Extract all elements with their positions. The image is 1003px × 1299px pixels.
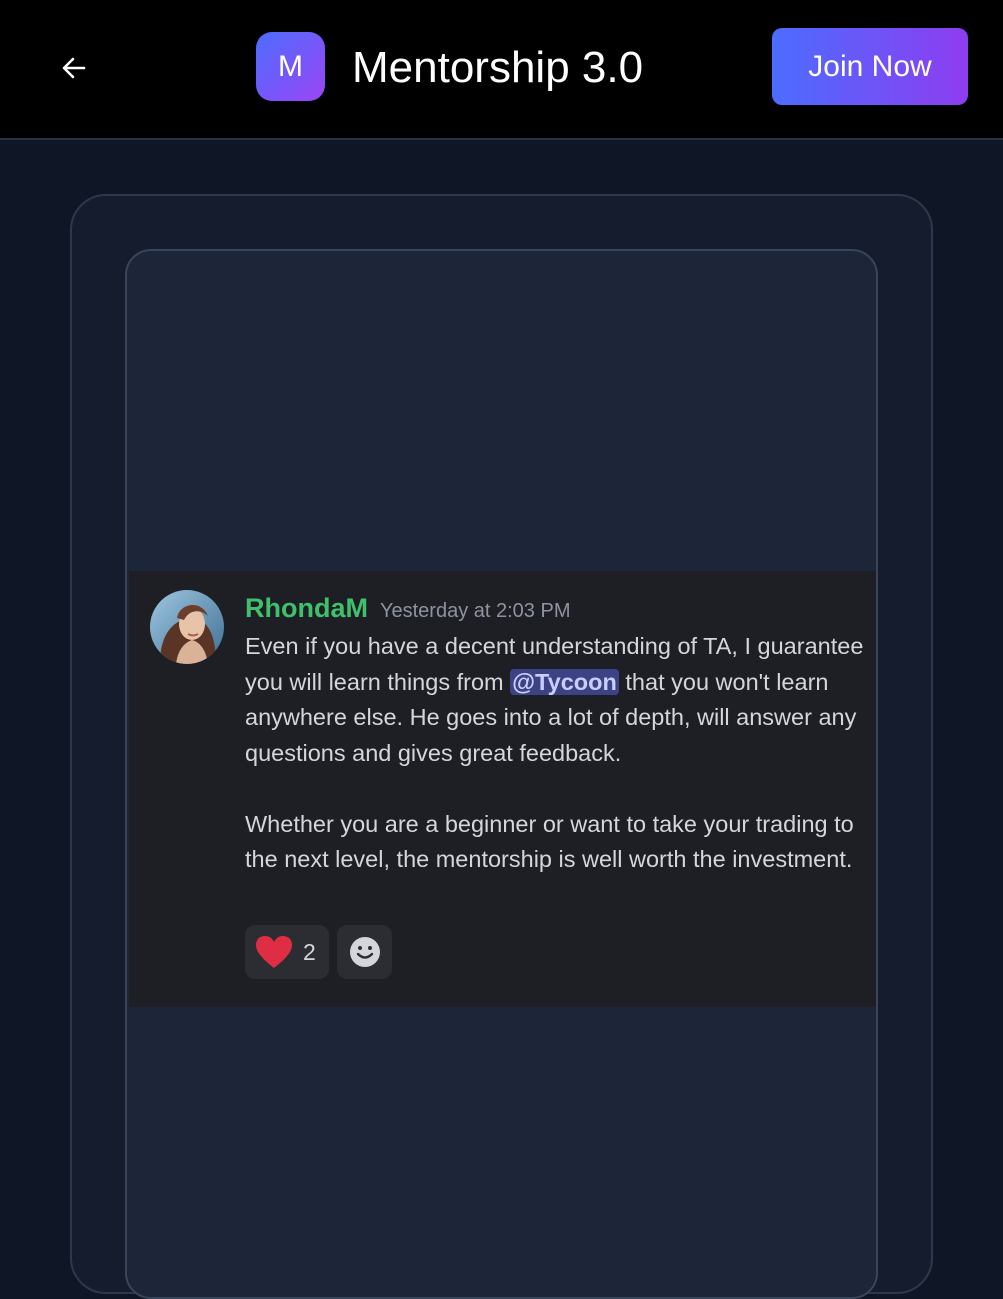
- page-title: Mentorship 3.0: [352, 43, 644, 92]
- add-reaction-button[interactable]: [337, 925, 392, 979]
- username[interactable]: RhondaM: [245, 593, 368, 623]
- user-avatar-image: [150, 590, 224, 664]
- message-header: RhondaM Yesterday at 2:03 PM: [245, 593, 570, 624]
- message-body: Even if you have a decent understanding …: [245, 629, 865, 878]
- user-mention[interactable]: @Tycoon: [510, 668, 619, 695]
- arrow-left-icon: [62, 57, 86, 79]
- back-button[interactable]: [52, 46, 96, 90]
- add-reaction-icon: [349, 937, 380, 967]
- app-logo: M: [256, 32, 325, 101]
- message-paragraph: Even if you have a decent understanding …: [245, 629, 865, 771]
- chat-message: RhondaM Yesterday at 2:03 PM Even if you …: [129, 571, 876, 1007]
- message-paragraph: Whether you are a beginner or want to ta…: [245, 810, 854, 873]
- reaction-count: 2: [303, 938, 316, 965]
- avatar[interactable]: [150, 590, 224, 664]
- reactions-bar: 2: [245, 925, 392, 979]
- top-bar: M Mentorship 3.0 Join Now: [0, 0, 1003, 140]
- heart-reaction[interactable]: 2: [245, 925, 329, 979]
- join-now-button[interactable]: Join Now: [772, 28, 968, 105]
- heart-icon: [256, 936, 292, 968]
- message-timestamp: Yesterday at 2:03 PM: [379, 600, 571, 622]
- testimonial-card: RhondaM Yesterday at 2:03 PM Even if you …: [125, 249, 878, 1299]
